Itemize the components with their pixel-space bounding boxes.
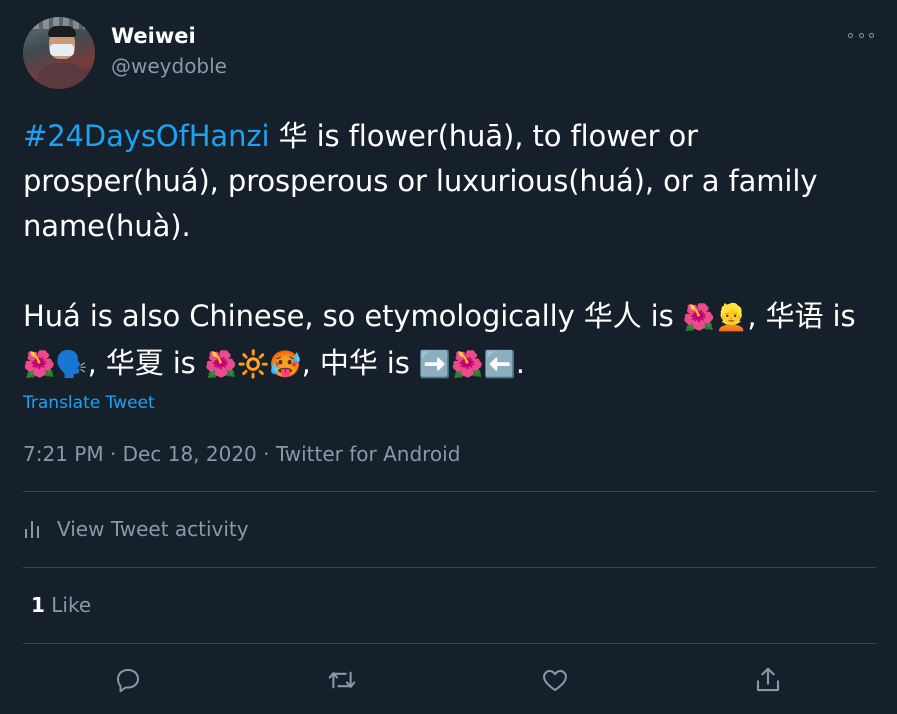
view-tweet-activity-button[interactable]: View Tweet activity: [23, 517, 249, 541]
hibiscus-emoji: 🌺: [204, 350, 238, 380]
tweet-text-segment: , 中华 is: [301, 346, 419, 380]
tweet-paragraph-2: Huá is also Chinese, so etymologically 华…: [23, 294, 878, 388]
avatar-hair: [48, 26, 76, 37]
user-handle[interactable]: @weydoble: [111, 54, 227, 78]
hashtag-link[interactable]: #24DaysOfHanzi: [23, 119, 270, 153]
tweet-actions: [0, 660, 897, 700]
arrow-left-emoji: ⬅️: [483, 350, 516, 380]
avatar-mask: [50, 44, 74, 56]
share-icon: [756, 667, 780, 692]
likes-label: Like: [51, 593, 92, 617]
sun-emoji: 🔆: [237, 350, 270, 380]
hot-face-emoji: 🥵: [269, 350, 302, 380]
avatar[interactable]: [23, 17, 95, 89]
hibiscus-emoji: 🌺: [451, 350, 484, 380]
reply-button[interactable]: [108, 660, 148, 700]
view-tweet-activity-label: View Tweet activity: [57, 517, 249, 541]
tweet-text-segment: , 华语 is: [747, 299, 856, 333]
divider: [23, 491, 876, 492]
analytics-icon: [25, 521, 39, 538]
retweet-button[interactable]: [322, 660, 362, 700]
more-icon[interactable]: [848, 25, 874, 45]
tweet-text-segment: .: [515, 346, 525, 380]
divider: [23, 643, 876, 644]
arrow-right-emoji: ➡️: [418, 350, 452, 380]
tweet-text-segment: , 华夏 is: [87, 346, 205, 380]
tweet-meta[interactable]: 7:21 PM · Dec 18, 2020 · Twitter for And…: [23, 442, 460, 466]
hibiscus-emoji: 🌺: [682, 303, 716, 333]
display-name[interactable]: Weiwei: [111, 24, 196, 48]
reply-icon: [117, 669, 139, 693]
speaking-head-emoji: 🗣️: [55, 350, 88, 380]
like-icon: [543, 670, 567, 691]
likes-count: 1: [31, 593, 45, 617]
more-dot: [848, 32, 853, 38]
translate-tweet-link[interactable]: Translate Tweet: [23, 393, 155, 413]
retweet-icon: [328, 671, 356, 689]
hibiscus-emoji: 🌺: [23, 350, 56, 380]
more-dot: [869, 32, 874, 38]
tweet-text: #24DaysOfHanzi 华 is flower(huā), to flow…: [23, 114, 878, 388]
avatar-body: [37, 63, 87, 89]
tweet-paragraph-1: #24DaysOfHanzi 华 is flower(huā), to flow…: [23, 114, 878, 249]
more-dot: [858, 32, 864, 38]
divider: [23, 567, 876, 568]
tweet-text-segment: Huá is also Chinese, so etymologically 华…: [23, 299, 683, 333]
person-emoji: 👱: [715, 303, 748, 333]
like-button[interactable]: [535, 660, 575, 700]
share-button[interactable]: [748, 660, 788, 700]
likes-count-link[interactable]: 1 Like: [31, 593, 91, 617]
